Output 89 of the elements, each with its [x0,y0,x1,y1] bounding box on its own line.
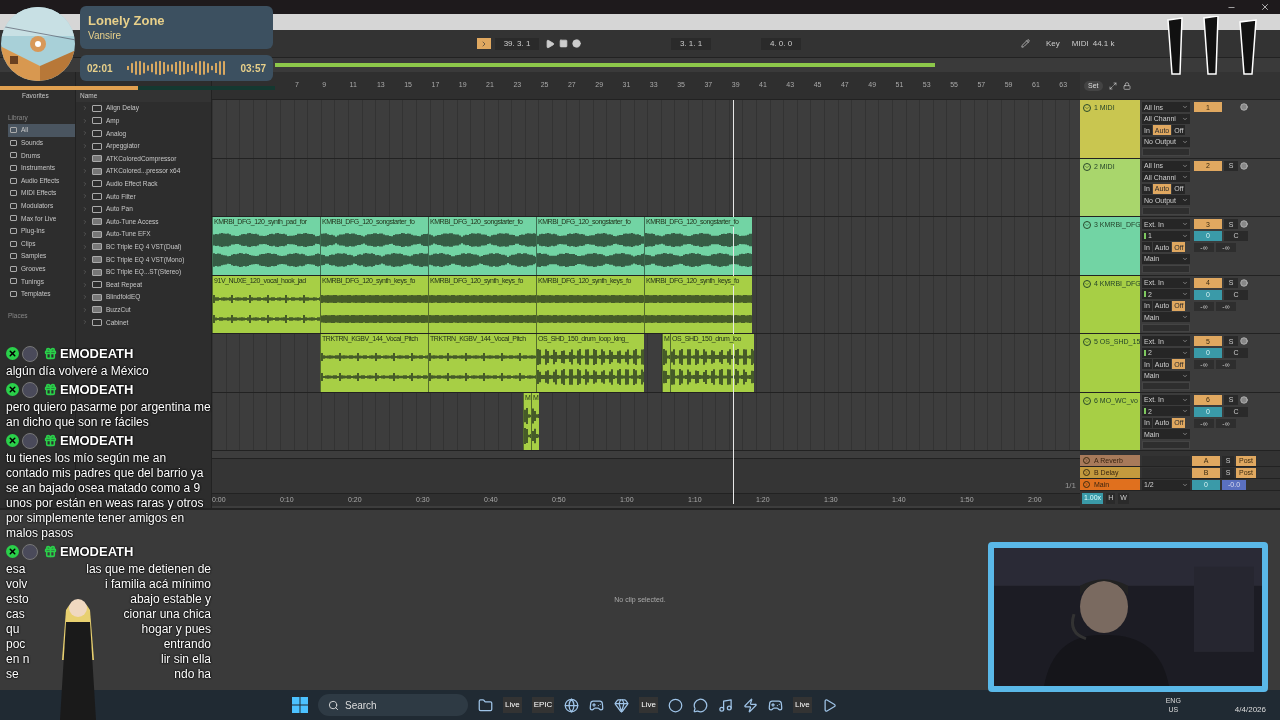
fold-icon[interactable] [1083,481,1090,488]
search-icon [328,699,339,711]
sample-rate: 44.1 k [1092,37,1115,50]
song-title: Lonely Zone [88,12,166,29]
chat-username: EMODEATH [60,344,134,363]
gift-icon [44,545,57,558]
caret-icon [1182,138,1188,145]
follow-button[interactable] [477,38,491,49]
gift-icon [44,383,57,396]
chat-text: qu [6,622,20,637]
chat-text: ndo ha [174,667,211,682]
pencil-icon[interactable] [1021,39,1030,48]
bolt-icon[interactable] [743,697,759,713]
chat-message: pero quiero pasarme por argentina me an dicho que son re fáciles [6,400,211,430]
chat-text: en n [6,652,30,667]
fold-icon[interactable] [1083,457,1090,464]
device-icon [92,318,102,326]
fold-icon[interactable] [1083,221,1091,229]
chat-username: EMODEATH [60,542,134,561]
arm-icon[interactable] [1240,103,1248,111]
chat-text: lir sin ella [161,652,211,667]
chat-text: i familia acá mínimo [104,577,211,592]
app-icon[interactable]: Live [639,697,659,713]
chat-text: abajo estable y [130,592,211,607]
fold-icon[interactable] [1083,469,1090,476]
chat-message: algún día volveré a México [6,364,150,379]
arm-icon[interactable] [1240,220,1248,228]
chat-text: cas [6,607,25,622]
lock-icon[interactable] [1122,81,1131,90]
gem-icon[interactable] [614,697,630,713]
caret-icon [1182,372,1188,379]
chat-text: las que me detienen de [86,562,211,577]
chat-text: se [6,667,19,682]
stop-icon[interactable] [559,39,568,48]
app-icon[interactable]: EPIC [531,697,555,713]
chat-text: esa [6,562,26,577]
caret-icon [1182,197,1188,203]
elapsed-time: 02:01 [87,61,113,76]
chat-username: EMODEATH [60,431,134,450]
chat-icon[interactable] [693,697,709,713]
game-icon[interactable] [768,697,784,713]
key-button[interactable]: Key [1044,37,1062,50]
empty-slot [1142,265,1190,273]
chat-username: EMODEATH [60,380,134,399]
caret-icon [1182,481,1188,488]
app-icon[interactable]: Live [503,697,522,713]
fold-icon[interactable] [1083,104,1091,112]
gift-icon [44,434,57,447]
chat-text: volv [6,577,28,592]
arm-icon[interactable] [1240,337,1248,345]
arm-icon[interactable] [1240,395,1248,404]
chat-text: cionar una chica [123,607,211,622]
empty-slot [1142,148,1190,156]
empty-slot [1142,382,1190,390]
app-icon[interactable]: Live [793,697,812,713]
chat-text: entrando [163,637,211,652]
chat-message: tu tienes los mío según me an contado mis padres que del barrio ya se an bajado osea matado como a 9 unos por están en weas raras y otros por simplemente tener amigos en malos pasos [6,451,205,541]
gift-icon [44,347,57,360]
caret-icon [1182,314,1188,320]
caret-icon [1182,255,1188,262]
loop-start-field[interactable]: 3. 1. 1 [671,37,711,50]
equalizer-icon [126,60,227,76]
taskbar-date: 4/4/2026 [1234,704,1266,716]
play-icon[interactable] [821,697,837,713]
chat-text: poc [6,637,26,652]
game-icon[interactable] [589,697,605,713]
close-icon[interactable] [1260,2,1270,12]
fold-icon[interactable] [1083,338,1091,346]
record-icon[interactable] [572,39,581,48]
device-icon [92,281,102,289]
play-icon[interactable] [545,38,555,49]
globe-icon[interactable] [564,697,580,713]
duration-time: 03:57 [240,61,266,76]
chat-text: esto [6,592,29,607]
folder-icon[interactable] [478,697,493,713]
arm-icon[interactable] [1240,278,1248,287]
music-icon[interactable] [718,697,734,713]
page-indicator: 1/1 [1064,480,1076,492]
search-placeholder: Search [345,698,377,713]
midi-button[interactable]: MIDI [1069,37,1091,50]
windows-icon[interactable] [292,697,308,713]
search-field[interactable]: Search [318,694,468,716]
loop-length-field[interactable]: 4. 0. 0 [761,37,801,50]
song-artist: Vansire [88,28,123,43]
position-field[interactable]: 39. 3. 1 [495,37,539,50]
chat-text: hogar y pues [141,622,211,637]
caret-icon [1182,431,1188,437]
arm-icon[interactable] [1240,161,1248,170]
expand-icon[interactable] [1108,81,1117,90]
